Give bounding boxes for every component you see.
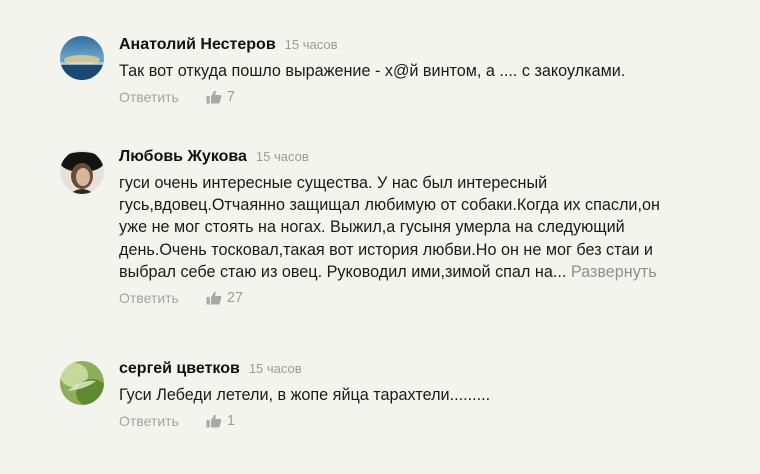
comment-text-line: гуси очень интересные существа. У нас бы… <box>119 174 548 192</box>
like-count: 1 <box>226 413 235 430</box>
avatar[interactable] <box>60 150 104 194</box>
comment-text-line: день.Очень тосковал,такая вот история лю… <box>119 240 653 259</box>
thumbs-up-icon <box>206 91 222 104</box>
reply-button[interactable]: Ответить <box>119 290 179 306</box>
comment-text: гуси очень интересные существа. У нас бы… <box>119 172 750 283</box>
woman-hat-photo-icon <box>60 150 104 194</box>
like-count: 7 <box>226 89 235 106</box>
reply-button[interactable]: Ответить <box>119 89 179 105</box>
comment-author[interactable]: сергей цветков <box>119 360 240 378</box>
comment-text-line: уже не мог стоять на ногах. Выжил,а гусы… <box>119 218 625 237</box>
comment-author[interactable]: Любовь Жукова <box>119 148 247 166</box>
comment-text: Гуси Лебеди летели, в жопе яйца тарахтел… <box>119 384 750 406</box>
like-button[interactable]: 27 <box>206 290 243 306</box>
reply-button[interactable]: Ответить <box>119 413 179 429</box>
comment-text-truncated: выбрал себе стаю из овец. Руководил ими,… <box>119 262 567 281</box>
avatar[interactable] <box>60 36 104 80</box>
comment-text-line: гусь,вдовец.Отчаянно защищал любимую от … <box>119 196 660 215</box>
comment-text-line-last: выбрал себе стаю из овец. Руководил ими,… <box>119 261 750 283</box>
like-button[interactable]: 7 <box>206 89 235 105</box>
comment-author[interactable]: Анатолий Нестеров <box>119 36 276 54</box>
comment-time: 15 часов <box>255 149 309 164</box>
like-count: 27 <box>226 290 243 307</box>
thumbs-up-icon <box>206 291 222 305</box>
expand-link[interactable]: Развернуть <box>571 263 657 281</box>
comment-time: 15 часов <box>248 361 302 376</box>
like-button[interactable]: 1 <box>206 413 235 429</box>
comment-text-line: Так вот откуда пошло выражение - х@й вин… <box>119 62 626 80</box>
avatar[interactable] <box>60 361 104 405</box>
comment-time: 15 часов <box>284 37 338 52</box>
comment-text-line: Гуси Лебеди летели, в жопе яйца тарахтел… <box>119 386 491 404</box>
thumbs-up-icon <box>206 415 222 428</box>
nature-photo-icon <box>60 361 104 405</box>
landscape-photo-icon <box>60 36 104 80</box>
comment-text: Так вот откуда пошло выражение - х@й вин… <box>119 60 750 82</box>
